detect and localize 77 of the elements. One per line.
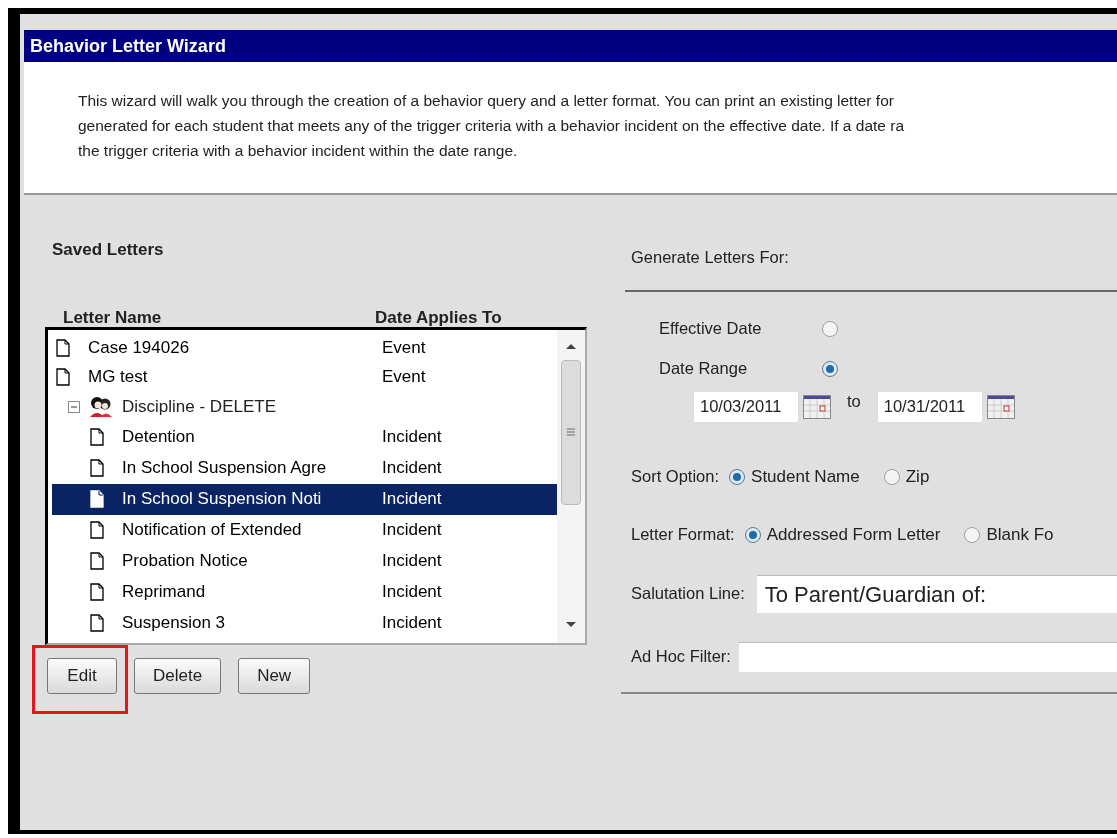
description-line: the trigger criteria with a behavior incident within the date range. [78,141,518,161]
document-icon [90,614,104,632]
document-icon [90,428,104,446]
letter-row[interactable]: In School Suspension Noti Incident [52,483,557,515]
radio-label: Student Name [751,466,860,488]
letter-name: Suspension 3 [122,612,226,635]
document-icon [90,583,104,601]
radio-button[interactable] [822,320,838,337]
folder-name: Discipline - DELETE [122,395,276,418]
letter-name: MG test [88,366,148,389]
action-button[interactable]: New [238,657,311,694]
letter-row[interactable]: Detention Incident [52,421,557,453]
ad-hoc-filter-field[interactable] [738,641,1117,672]
radio-label: Zip [905,466,930,488]
date-field[interactable]: 10/03/2011 [693,390,799,423]
document-icon [90,521,104,539]
section-title: Saved Letters [52,239,164,261]
column-header: Letter Name [63,306,163,327]
date-field[interactable]: 10/31/2011 [876,390,983,423]
date-applies-to: Incident [382,488,442,511]
radio-button[interactable] [883,468,900,485]
radio-button[interactable] [964,526,981,543]
document-icon [56,368,70,386]
document-icon [90,552,104,570]
radio-label: Effective Date [659,318,763,340]
description-line: This wizard will walk you through the creation of a behavior query and a letter format. You can print an existing letter for [78,91,894,111]
description-line: generated for each student that meets any of the trigger criteria with a behavior incident on the effective date. If a date ra [78,116,905,136]
radio-label: Blank Fo [986,524,1054,546]
field-label: Ad Hoc Filter: [631,646,731,668]
date-applies-to: Incident [382,457,442,480]
date-applies-to: Incident [382,581,442,604]
date-applies-to: Incident [382,426,442,449]
letter-row[interactable]: Probation Notice Incident [52,545,557,577]
document-icon [90,490,104,508]
date-applies-to: Incident [382,550,442,573]
people-icon [88,394,114,419]
letter-name: Notification of Extended [122,519,302,542]
radio-label: Date Range [659,358,749,380]
scroll-thumb[interactable] [561,359,581,505]
letter-row[interactable]: MG test Event [52,362,557,392]
scroll-down-icon[interactable] [565,620,577,629]
to-label: to [847,391,861,413]
radio-button[interactable] [729,468,746,485]
document-icon [90,459,104,477]
date-applies-to: Event [382,366,426,389]
field-label: Salutation Line: [631,583,745,605]
collapse-toggle[interactable] [68,400,80,413]
field-label: Letter Format: [631,524,735,546]
action-button[interactable]: Edit [47,657,117,694]
date-applies-to: Incident [382,519,442,542]
letter-name: In School Suspension Agre [122,457,327,480]
letter-row[interactable]: Reprimand Incident [52,576,557,608]
scrollbar[interactable] [557,329,585,643]
letter-name: Detention [122,426,195,449]
letter-row[interactable]: Case 194026 Event [52,333,557,363]
field-label: Sort Option: [631,466,720,488]
letter-name: Probation Notice [122,550,248,573]
column-header: Date Applies To [375,306,502,327]
radio-button[interactable] [822,360,838,377]
letter-row[interactable]: Notification of Extended Incident [52,514,557,546]
radio-label: Addressed Form Letter [766,524,941,546]
letter-row[interactable]: Suspension 3 Incident [52,607,557,639]
letter-name: Reprimand [122,581,206,604]
radio-button[interactable] [744,526,761,543]
action-button[interactable]: Delete [134,657,222,694]
calendar-icon[interactable] [803,394,831,419]
date-applies-to: Incident [382,612,442,635]
scroll-up-icon[interactable] [565,341,577,350]
letter-name: Case 194026 [88,337,190,360]
letter-row[interactable]: In School Suspension Agre Incident [52,452,557,484]
document-icon [56,339,70,357]
date-applies-to: Event [382,337,426,360]
calendar-icon[interactable] [986,394,1015,419]
salutation-field[interactable]: To Parent/Guardian of: [756,574,1117,613]
section-title: Generate Letters For: [631,247,789,268]
window-title: Behavior Letter Wizard [24,30,1117,62]
letter-name: In School Suspension Noti [122,488,322,511]
